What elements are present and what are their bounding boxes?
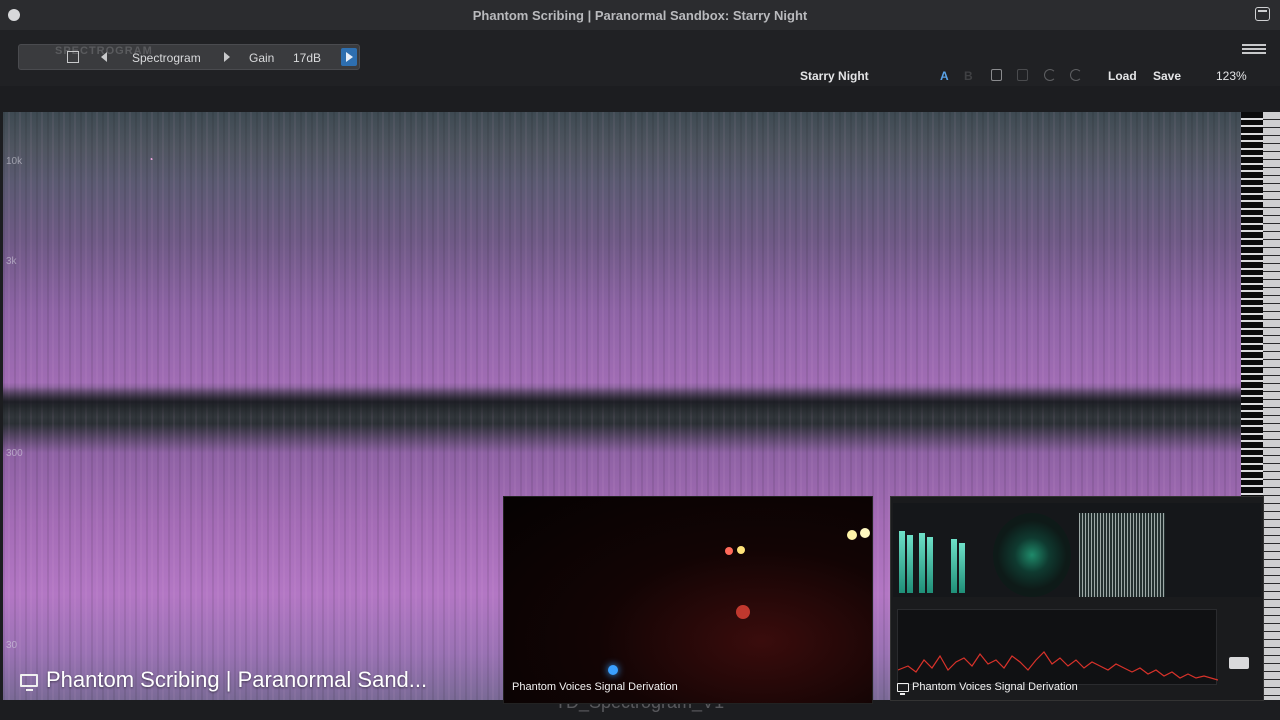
preset-name[interactable]: Starry Night: [800, 69, 869, 83]
yellow-light-icon: [737, 546, 745, 554]
red-light-icon: [725, 547, 733, 555]
load-button[interactable]: Load: [1108, 69, 1137, 83]
copy-icon[interactable]: [991, 69, 1002, 81]
level-meter: [951, 539, 957, 593]
correlation-display: [1079, 513, 1165, 597]
paste-icon[interactable]: [1017, 69, 1028, 81]
video-caption-text: Phantom Voices Signal Derivation: [912, 681, 1078, 693]
monitor-icon: [897, 682, 909, 695]
screen-share-caption: Phantom Scribing | Paranormal Sand...: [20, 667, 427, 693]
screen-share-title: Phantom Scribing | Paranormal Sand...: [46, 667, 428, 692]
level-meter: [899, 531, 905, 593]
freq-label-3k: 3k: [6, 256, 17, 267]
blue-light-icon: [608, 665, 618, 675]
frame-icon[interactable]: [67, 51, 79, 63]
video-overlay-left[interactable]: Phantom Voices Signal Derivation: [503, 496, 873, 704]
freq-label-300: 300: [6, 448, 23, 459]
window-fullscreen-icon[interactable]: [1255, 7, 1270, 21]
zoom-level[interactable]: 123%: [1216, 69, 1247, 83]
window-title: Phantom Scribing | Paranormal Sandbox: S…: [472, 7, 808, 23]
ab-a-button[interactable]: A: [940, 69, 949, 83]
spl-logo: [1229, 657, 1249, 669]
video-caption-right: Phantom Voices Signal Derivation: [897, 681, 1078, 695]
level-meter: [959, 543, 965, 593]
yellow-light-icon: [860, 528, 870, 538]
hamburger-menu-icon[interactable]: [1242, 44, 1266, 54]
prev-view-icon[interactable]: [101, 52, 107, 62]
yellow-light-icon: [847, 530, 857, 540]
level-meter: [907, 535, 913, 593]
monitor-icon: [20, 673, 38, 691]
freq-label-30: 30: [6, 640, 18, 651]
red-device-icon: [736, 605, 750, 619]
play-button[interactable]: [341, 48, 357, 66]
gain-value[interactable]: 17dB: [293, 51, 321, 65]
spectrogram-low-band: [3, 387, 1241, 417]
level-meter: [919, 533, 925, 593]
redo-icon[interactable]: [1070, 69, 1082, 81]
video-overlay-right[interactable]: Phantom Voices Signal Derivation: [890, 496, 1264, 701]
view-label[interactable]: Spectrogram: [132, 51, 201, 65]
freq-label-10k: 10k: [6, 156, 23, 167]
spectrum-graph: [897, 609, 1218, 685]
save-button[interactable]: Save: [1153, 69, 1181, 83]
vectorscope: [993, 513, 1071, 597]
plugin-header-bar: SPECTROGRAM Spectrogram Gain 17dB: [18, 44, 360, 70]
window-menu-dot-icon[interactable]: [8, 9, 20, 21]
video-caption: Phantom Voices Signal Derivation: [512, 681, 678, 693]
level-meter: [927, 537, 933, 593]
meter-panel: [893, 503, 1261, 597]
ab-b-button[interactable]: B: [964, 69, 973, 83]
undo-icon[interactable]: [1044, 69, 1056, 81]
next-view-icon[interactable]: [224, 52, 230, 62]
window-titlebar: Phantom Scribing | Paranormal Sandbox: S…: [0, 0, 1280, 30]
gain-label: Gain: [249, 51, 275, 65]
